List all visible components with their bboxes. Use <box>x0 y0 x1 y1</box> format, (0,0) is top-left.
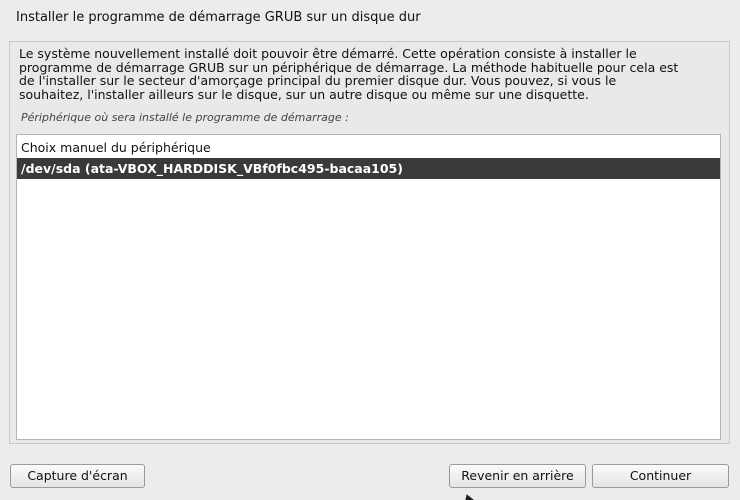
back-button[interactable]: Revenir en arrière <box>449 464 586 488</box>
list-item-manual-choice[interactable]: Choix manuel du périphérique <box>17 137 720 158</box>
device-prompt-label: Périphérique où sera installé le program… <box>21 111 349 124</box>
screenshot-button[interactable]: Capture d'écran <box>10 464 145 488</box>
mouse-cursor-icon <box>461 492 475 500</box>
page-title: Installer le programme de démarrage GRUB… <box>16 10 421 25</box>
list-item-dev-sda[interactable]: /dev/sda (ata-VBOX_HARDDISK_VBf0fbc495-b… <box>17 158 720 179</box>
content-panel: Le système nouvellement installé doit po… <box>9 41 730 444</box>
device-list[interactable]: Choix manuel du périphérique /dev/sda (a… <box>16 134 721 440</box>
description-text: Le système nouvellement installé doit po… <box>19 46 679 102</box>
installer-window: Installer le programme de démarrage GRUB… <box>0 0 740 500</box>
continue-button[interactable]: Continuer <box>592 464 729 488</box>
